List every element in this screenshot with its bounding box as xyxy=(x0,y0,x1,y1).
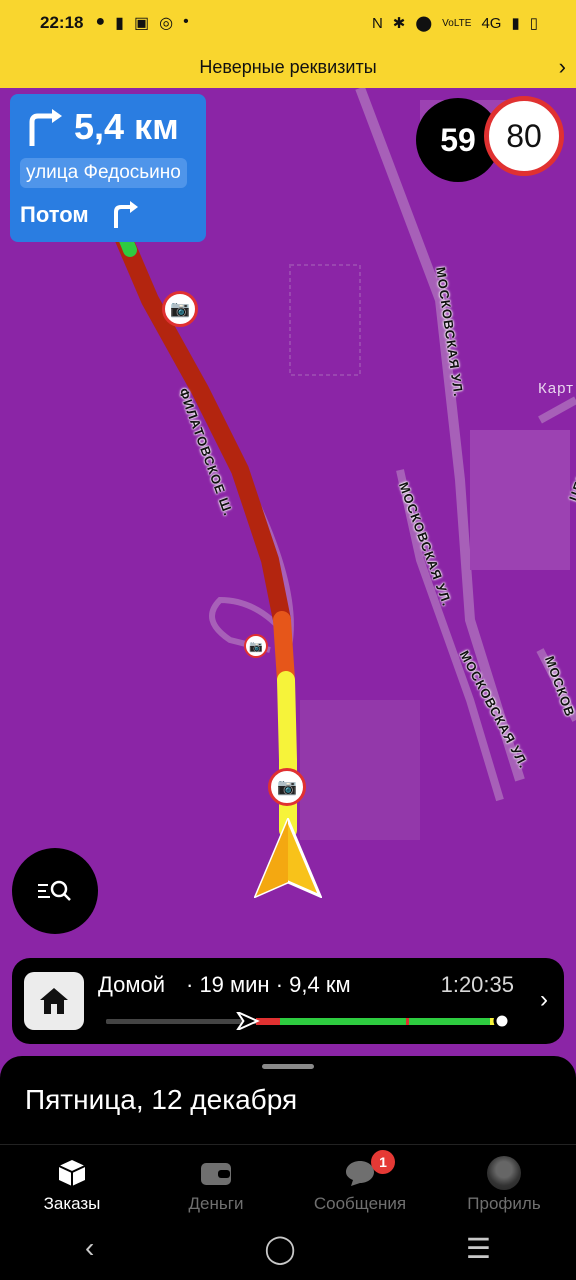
tab-label: Заказы xyxy=(43,1194,101,1213)
status-left-icons: ● ▮ ▣ ◎ • xyxy=(95,13,188,33)
chevron-right-icon: › xyxy=(558,54,566,79)
status-right-icons: N ✱ ⬤ VoLTE 4G ▮ ▯ xyxy=(371,14,538,33)
battery-icon: ▯ xyxy=(529,15,538,32)
route-segment-yellow xyxy=(277,671,297,839)
route-time: · 19 мин · xyxy=(186,972,284,997)
wallet-icon xyxy=(199,1158,233,1188)
place-label: Карт xyxy=(538,380,574,397)
box-icon xyxy=(55,1158,89,1188)
speed-limit-sign: 80 xyxy=(484,96,564,176)
finish-point-icon xyxy=(493,1012,510,1030)
tab-label: Деньги xyxy=(188,1194,244,1213)
tab-bar: Заказы Деньги 1 Сообщения Профиль xyxy=(0,1146,576,1216)
tab-messages[interactable]: 1 Сообщения xyxy=(288,1146,432,1216)
speed-camera-icon[interactable]: 📷 xyxy=(268,768,306,806)
home-circle-icon[interactable]: ◯ xyxy=(264,1232,295,1265)
road-tsent xyxy=(538,396,576,424)
avatar-icon xyxy=(487,1156,521,1190)
tab-money[interactable]: Деньги xyxy=(144,1146,288,1216)
location-icon: ⬤ xyxy=(415,15,433,32)
then-turn-right-icon xyxy=(114,201,138,228)
status-bar: 22:18 ● ▮ ▣ ◎ • N ✱ ⬤ VoLTE 4G ▮ ▯ xyxy=(0,0,576,46)
maneuver-street: улица Федосьино xyxy=(20,158,187,188)
speed-camera-icon[interactable]: 📷 xyxy=(244,634,268,658)
home-icon xyxy=(40,988,68,1014)
status-time: 22:18 xyxy=(40,13,84,32)
bluetooth-icon: ✱ xyxy=(392,15,406,32)
turn-right-icon xyxy=(29,109,62,146)
route-destination: Домой xyxy=(98,972,166,997)
tab-orders[interactable]: Заказы xyxy=(0,1146,144,1216)
sheet-handle[interactable] xyxy=(262,1064,314,1069)
battery-saver-icon: ▮ xyxy=(115,15,124,32)
dot-icon: • xyxy=(183,13,189,30)
home-button[interactable] xyxy=(24,972,84,1030)
search-list-icon xyxy=(38,880,71,901)
tab-label: Сообщения xyxy=(313,1194,407,1213)
qr-icon: ▣ xyxy=(133,15,150,32)
speed-camera-icon[interactable]: 📷 xyxy=(162,291,198,327)
navigation-arrow-icon xyxy=(254,818,322,898)
nfc-icon: N xyxy=(371,14,383,32)
route-eta: 1:20:35 xyxy=(440,972,514,997)
4g-icon: 4G xyxy=(481,14,502,32)
signal-icon: ▮ xyxy=(511,15,520,32)
route-segment-orange xyxy=(273,611,295,689)
divider xyxy=(0,1144,576,1145)
route-progress-bar xyxy=(106,1012,510,1030)
sheet-date: Пятница, 12 декабря xyxy=(25,1084,298,1115)
avatar xyxy=(487,1156,521,1190)
block-2 xyxy=(470,430,570,570)
maneuver-card[interactable]: 5,4 км улица Федосьино Потом xyxy=(10,94,206,242)
chevron-right-icon: › xyxy=(540,986,548,1013)
check-circle-icon: ◎ xyxy=(159,15,174,32)
tab-label: Профиль xyxy=(467,1194,541,1213)
route-panel[interactable]: Домой · 19 мин · 9,4 км 1:20:35 › xyxy=(12,958,564,1044)
tab-profile[interactable]: Профиль xyxy=(432,1146,576,1216)
route-distance: 9,4 км xyxy=(289,972,351,997)
error-banner[interactable]: Неверные реквизиты › xyxy=(0,46,576,88)
route-summary: · 19 мин · 9,4 км xyxy=(186,972,351,998)
search-button[interactable] xyxy=(12,848,98,934)
banner-text: Неверные реквизиты xyxy=(199,56,377,77)
chat-icon: 1 xyxy=(343,1150,395,1188)
then-label: Потом xyxy=(20,202,89,227)
maneuver-distance: 5,4 км xyxy=(74,106,179,147)
volte-icon: VoLTE xyxy=(442,17,472,29)
building-outline xyxy=(289,264,361,376)
unread-badge: 1 xyxy=(371,1150,395,1174)
system-nav-bar: ‹ ◯ ☰ xyxy=(0,1216,576,1280)
menu-icon[interactable]: ☰ xyxy=(466,1232,491,1265)
back-icon[interactable]: ‹ xyxy=(85,1232,94,1264)
chat-bubble-icon: ● xyxy=(95,13,106,30)
